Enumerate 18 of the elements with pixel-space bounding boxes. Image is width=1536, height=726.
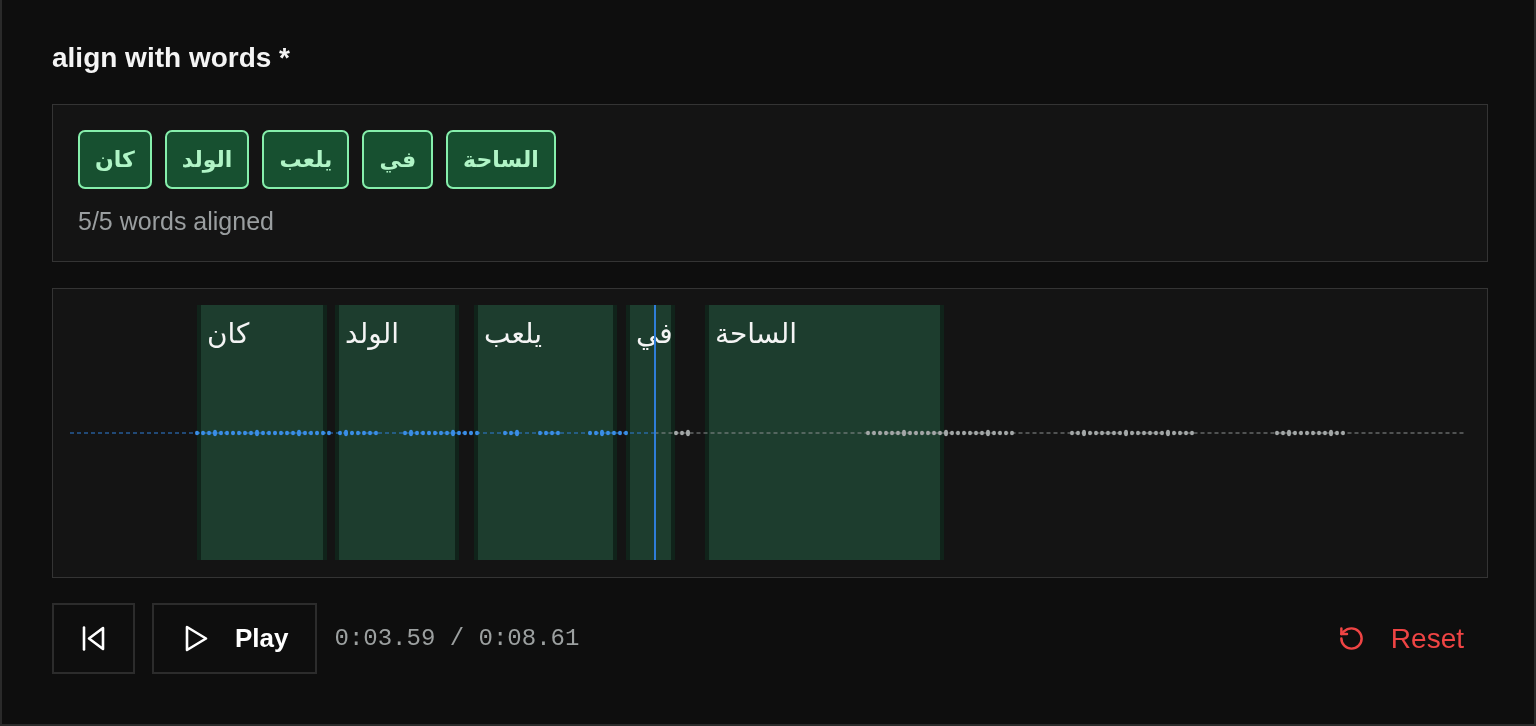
playback-time: 0:03.59 / 0:08.61	[334, 623, 580, 654]
skip-back-button[interactable]	[52, 603, 135, 674]
word-segment[interactable]: كان	[197, 305, 327, 560]
skip-to-start-icon	[82, 626, 105, 651]
word-segment[interactable]: الساحة	[705, 305, 944, 560]
word-chip[interactable]: الولد	[164, 130, 250, 189]
alignment-status: 5/5 words aligned	[78, 209, 275, 233]
word-chip[interactable]: يلعب	[262, 130, 350, 189]
reset-button[interactable]: Reset	[1337, 603, 1488, 674]
circular-arrow-icon	[1337, 625, 1365, 652]
field-label: align with words *	[52, 41, 291, 75]
word-chip[interactable]: في	[362, 130, 434, 189]
word-segment[interactable]: الولد	[335, 305, 459, 560]
play-button[interactable]: Play	[152, 603, 317, 674]
word-chip[interactable]: كان	[78, 130, 152, 189]
play-icon	[185, 625, 208, 652]
word-chip[interactable]: الساحة	[446, 130, 556, 189]
word-segment[interactable]: يلعب	[474, 305, 617, 560]
